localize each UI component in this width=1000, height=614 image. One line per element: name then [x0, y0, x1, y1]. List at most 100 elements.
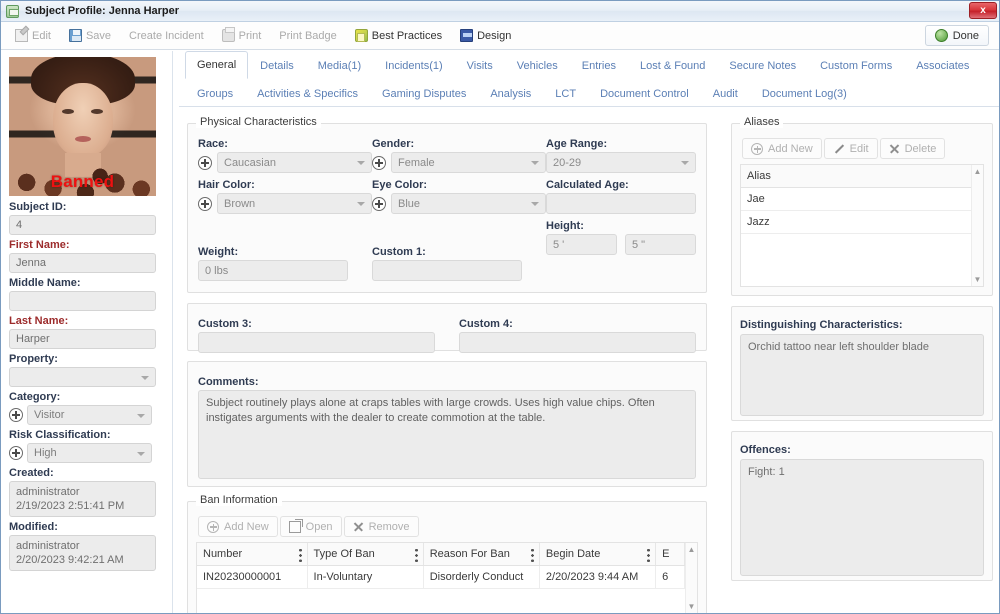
tab-lost-and-found[interactable]: Lost & Found: [628, 52, 717, 79]
design-icon: [460, 29, 474, 42]
column-menu-icon[interactable]: [414, 549, 418, 562]
offences-textarea[interactable]: Fight: 1: [740, 459, 984, 576]
physical-characteristics-group: Physical Characteristics Race: Caucasian…: [187, 116, 707, 293]
ban-open-button[interactable]: Open: [279, 516, 342, 537]
property-label: Property:: [9, 353, 58, 365]
category-label: Category:: [9, 391, 61, 403]
hair-color-label: Hair Color:: [198, 179, 255, 191]
alias-add-new-button[interactable]: Add New: [742, 138, 822, 159]
tab-groups[interactable]: Groups: [185, 80, 245, 107]
table-row[interactable]: IN20230000001 In-Voluntary Disorderly Co…: [197, 566, 685, 589]
ban-col-end-date[interactable]: E: [656, 543, 685, 565]
chevron-down-icon: [141, 376, 149, 380]
best-practices-button[interactable]: Best Practices: [347, 25, 450, 47]
race-select[interactable]: Caucasian: [217, 152, 372, 173]
last-name-input[interactable]: Harper: [9, 329, 156, 349]
print-badge-button[interactable]: Print Badge: [271, 25, 344, 47]
subject-photo: Banned: [9, 57, 156, 196]
done-icon: [934, 29, 948, 42]
scroll-down-icon[interactable]: ▼: [688, 602, 696, 611]
tab-associates[interactable]: Associates: [904, 52, 981, 79]
save-button[interactable]: Save: [61, 25, 119, 47]
eye-color-label: Eye Color:: [372, 179, 428, 191]
ban-table-vertical-scrollbar[interactable]: ▲ ▼: [685, 543, 697, 613]
eye-color-select[interactable]: Blue: [391, 193, 546, 214]
column-menu-icon[interactable]: [298, 549, 302, 562]
custom3-input[interactable]: [198, 332, 435, 353]
subject-id-input[interactable]: 4: [9, 215, 156, 235]
scroll-up-icon[interactable]: ▲: [688, 545, 696, 554]
tab-incidents[interactable]: Incidents(1): [373, 52, 454, 79]
tab-vehicles[interactable]: Vehicles: [505, 52, 570, 79]
alias-column-header[interactable]: Alias: [741, 165, 971, 188]
tab-entries[interactable]: Entries: [570, 52, 628, 79]
risk-classification-select[interactable]: High: [27, 443, 152, 463]
scroll-up-icon[interactable]: ▲: [974, 167, 982, 176]
tab-activities-specifics[interactable]: Activities & Specifics: [245, 80, 370, 107]
list-item[interactable]: Jazz: [741, 211, 971, 234]
print-button[interactable]: Print: [214, 25, 270, 47]
custom1-input[interactable]: [372, 260, 522, 281]
tab-gaming-disputes[interactable]: Gaming Disputes: [370, 80, 478, 107]
tab-lct[interactable]: LCT: [543, 80, 588, 107]
middle-name-input[interactable]: [9, 291, 156, 311]
distinguishing-characteristics-textarea[interactable]: Orchid tattoo near left shoulder blade: [740, 334, 984, 416]
tab-details[interactable]: Details: [248, 52, 306, 79]
alias-delete-button[interactable]: Delete: [879, 138, 946, 159]
column-menu-icon[interactable]: [530, 549, 534, 562]
done-button[interactable]: Done: [924, 25, 989, 46]
ban-col-number[interactable]: Number: [197, 543, 308, 565]
race-add-icon[interactable]: [198, 155, 212, 170]
ban-remove-button[interactable]: Remove: [343, 516, 419, 537]
alias-edit-button[interactable]: Edit: [823, 138, 878, 159]
property-select[interactable]: [9, 367, 156, 387]
list-item[interactable]: Jae: [741, 188, 971, 211]
close-window-button[interactable]: x: [969, 2, 997, 19]
category-add-icon[interactable]: [9, 408, 23, 422]
custom4-col: Custom 4:: [459, 318, 696, 353]
tab-analysis[interactable]: Analysis: [478, 80, 543, 107]
column-menu-icon[interactable]: [647, 549, 651, 562]
edit-button[interactable]: Edit: [7, 25, 59, 47]
height-inches-input[interactable]: 5 ": [625, 234, 696, 255]
gender-add-icon[interactable]: [372, 155, 386, 170]
tab-visits[interactable]: Visits: [455, 52, 505, 79]
remove-icon: [353, 521, 364, 532]
age-range-select[interactable]: 20-29: [546, 152, 696, 173]
scroll-down-icon[interactable]: ▼: [974, 275, 982, 284]
ban-col-reason[interactable]: Reason For Ban: [424, 543, 540, 565]
ban-col-begin-date[interactable]: Begin Date: [540, 543, 657, 565]
ban-information-group: Ban Information Add New Open Remove Numb…: [187, 494, 707, 613]
tab-audit[interactable]: Audit: [701, 80, 750, 107]
custom4-input[interactable]: [459, 332, 696, 353]
height-feet-input[interactable]: 5 ': [546, 234, 617, 255]
design-button[interactable]: Design: [452, 25, 519, 47]
photo-lips: [75, 136, 91, 142]
first-name-label: First Name:: [9, 239, 70, 251]
gender-select[interactable]: Female: [391, 152, 546, 173]
risk-classification-add-icon[interactable]: [9, 446, 23, 460]
ban-col-type[interactable]: Type Of Ban: [308, 543, 424, 565]
tab-document-log[interactable]: Document Log(3): [750, 80, 859, 107]
comments-textarea[interactable]: Subject routinely plays alone at craps t…: [198, 390, 696, 479]
aliases-vertical-scrollbar[interactable]: ▲ ▼: [971, 165, 983, 286]
ban-open-label: Open: [305, 520, 333, 533]
weight-input[interactable]: 0 lbs: [198, 260, 348, 281]
category-select[interactable]: Visitor: [27, 405, 152, 425]
hair-color-select[interactable]: Brown: [217, 193, 372, 214]
height-row: 5 ' 5 ": [546, 234, 696, 255]
chevron-down-icon: [137, 452, 145, 456]
ban-add-new-button[interactable]: Add New: [198, 516, 278, 537]
hair-color-add-icon[interactable]: [198, 196, 212, 211]
chevron-down-icon: [531, 161, 539, 165]
tab-general[interactable]: General: [185, 51, 249, 79]
tab-secure-notes[interactable]: Secure Notes: [717, 52, 808, 79]
tab-custom-forms[interactable]: Custom Forms: [808, 52, 904, 79]
tab-media[interactable]: Media(1): [306, 52, 373, 79]
first-name-input[interactable]: Jenna: [9, 253, 156, 273]
tab-document-control[interactable]: Document Control: [588, 80, 701, 107]
eye-color-add-icon[interactable]: [372, 196, 386, 211]
aliases-legend: Aliases: [740, 116, 784, 128]
eye-color-row: Blue: [372, 193, 546, 214]
create-incident-button[interactable]: Create Incident: [121, 25, 212, 47]
